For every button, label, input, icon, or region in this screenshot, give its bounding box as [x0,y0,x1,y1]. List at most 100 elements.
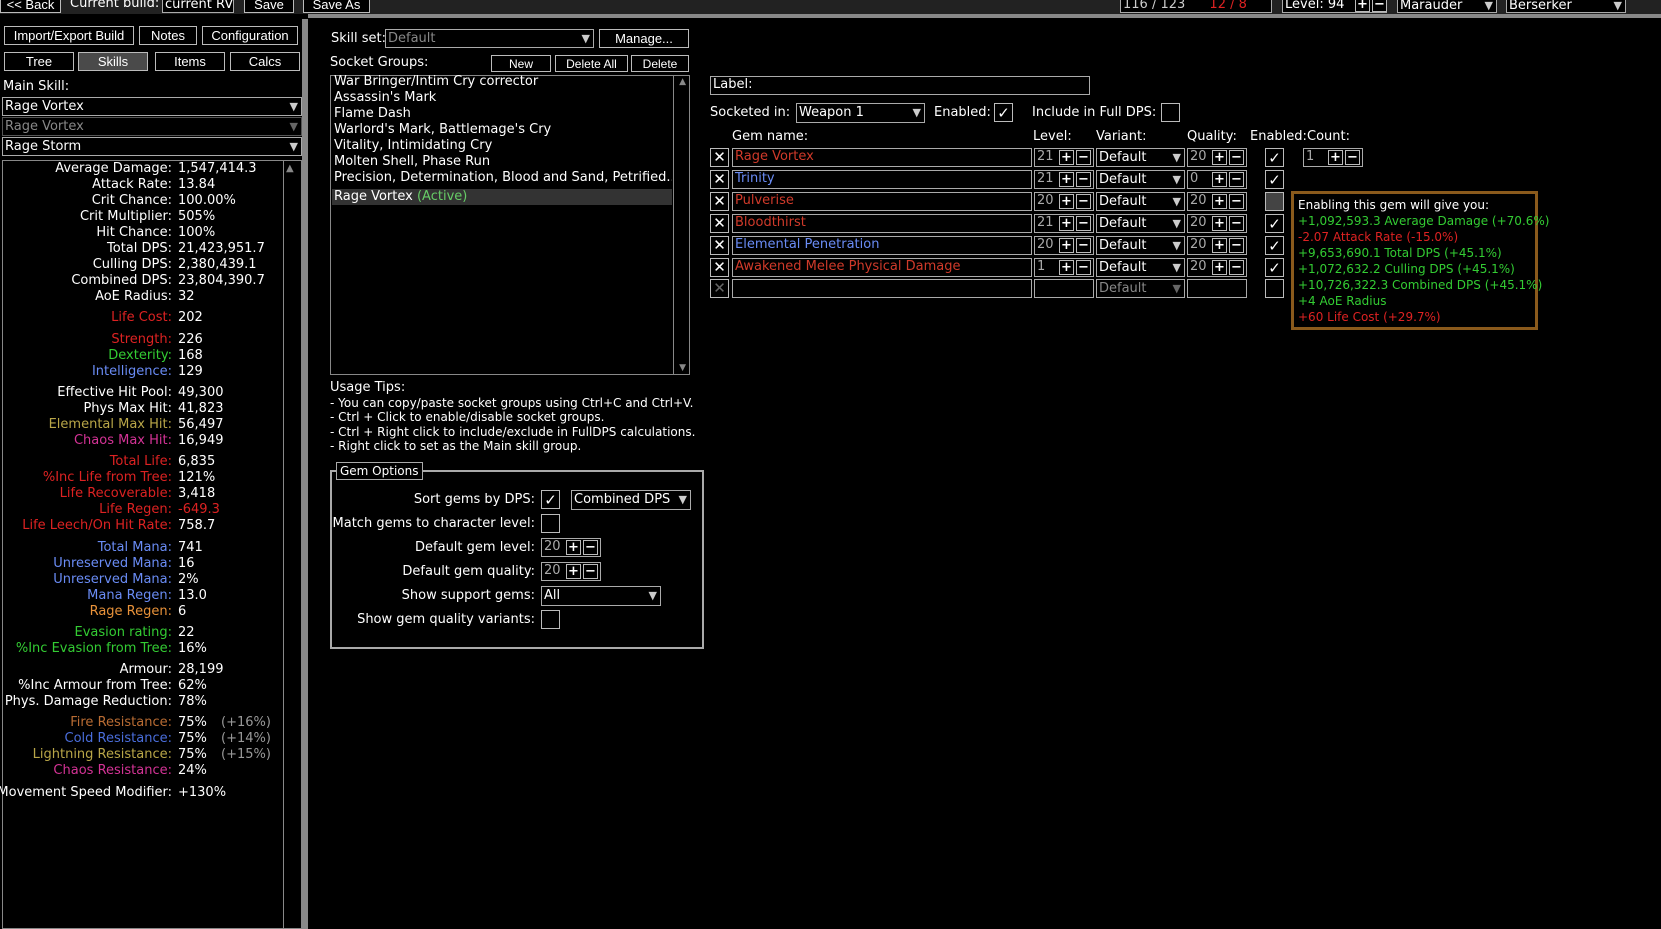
default-quality-minus[interactable]: − [583,564,598,579]
socket-group-scrollbar[interactable] [673,76,689,374]
socket-group-list[interactable]: ▲ ▼ War Bringer/Intim Cry corrector Assas… [330,74,690,375]
gem-name-input[interactable]: Rage Vortex [732,148,1032,167]
level-plus-button[interactable]: + [1355,0,1370,12]
remove-gem-button[interactable]: ✕ [710,279,729,298]
gem-quality-plus[interactable]: + [1212,216,1227,231]
gem-enabled-checkbox[interactable] [1265,192,1284,211]
gem-name-input[interactable]: Awakened Melee Physical Damage [732,258,1032,277]
gem-quality-plus[interactable]: + [1212,260,1227,275]
gem-quality-input[interactable] [1187,279,1247,298]
gem-level-plus[interactable]: + [1059,238,1074,253]
notes-button[interactable]: Notes [139,26,197,45]
main-skill-dropdown[interactable]: Rage Vortex ▼ [2,97,302,116]
list-item[interactable]: Molten Shell, Phase Run [334,154,672,170]
gem-name-input[interactable]: Bloodthirst [732,214,1032,233]
gem-variant-dropdown[interactable]: Default ▼ [1096,192,1185,211]
group-enabled-checkbox[interactable]: ✓ [994,103,1013,122]
gem-level-minus[interactable]: − [1076,260,1091,275]
gem-level-plus[interactable]: + [1059,150,1074,165]
gem-variant-dropdown[interactable]: Default ▼ [1096,236,1185,255]
default-level-minus[interactable]: − [583,540,598,555]
gem-enabled-checkbox[interactable]: ✓ [1265,214,1284,233]
gem-quality-plus[interactable]: + [1212,150,1227,165]
remove-gem-button[interactable]: ✕ [710,258,729,277]
socketed-in-dropdown[interactable]: Weapon 1 ▼ [796,103,925,123]
gem-enabled-checkbox[interactable] [1265,279,1284,298]
gem-name-input[interactable] [732,279,1032,298]
gem-quality-plus[interactable]: + [1212,172,1227,187]
list-item[interactable]: Precision, Determination, Blood and Sand… [334,170,672,186]
count-minus-button[interactable]: − [1345,150,1360,165]
save-button[interactable]: Save [244,0,294,13]
gem-quality-minus[interactable]: − [1229,150,1244,165]
gem-level-plus[interactable]: + [1059,172,1074,187]
default-level-plus[interactable]: + [566,540,581,555]
gem-name-input[interactable]: Pulverise [732,192,1032,211]
tab-tree[interactable]: Tree [4,52,74,71]
scroll-up-icon[interactable]: ▲ [679,77,686,87]
list-item[interactable]: Warlord's Mark, Battlemage's Cry [334,122,672,138]
list-item[interactable]: Flame Dash [334,106,672,122]
full-dps-checkbox[interactable] [1161,103,1180,122]
gem-name-input[interactable]: Elemental Penetration [732,236,1032,255]
gem-enabled-checkbox[interactable]: ✓ [1265,258,1284,277]
save-as-button[interactable]: Save As [303,0,370,13]
remove-gem-button[interactable]: ✕ [710,170,729,189]
list-item[interactable]: Vitality, Intimidating Cry [334,138,672,154]
class-dropdown[interactable]: Marauder ▼ [1397,0,1497,13]
new-group-button[interactable]: New [491,55,551,72]
gem-quality-minus[interactable]: − [1229,260,1244,275]
gem-name-input[interactable]: Trinity [732,170,1032,189]
gem-quality-plus[interactable]: + [1212,194,1227,209]
list-item[interactable]: Assassin's Mark [334,90,672,106]
sort-mode-dropdown[interactable]: Combined DPS ▼ [571,490,691,510]
tab-calcs[interactable]: Calcs [230,52,300,71]
default-quality-plus[interactable]: + [566,564,581,579]
gem-quality-minus[interactable]: − [1229,216,1244,231]
gem-level-plus[interactable]: + [1059,260,1074,275]
gem-enabled-checkbox[interactable]: ✓ [1265,170,1284,189]
gem-level-minus[interactable]: − [1076,150,1091,165]
delete-group-button[interactable]: Delete [631,55,689,72]
ascendancy-dropdown[interactable]: Berserker ▼ [1506,0,1626,13]
remove-gem-button[interactable]: ✕ [710,236,729,255]
list-item[interactable]: Rage Vortex (Active) [332,189,672,205]
sort-gems-checkbox[interactable]: ✓ [541,490,560,509]
gem-level-minus[interactable]: − [1076,216,1091,231]
skill-part-dropdown[interactable]: Rage Storm ▼ [2,137,302,156]
label-input[interactable]: Label: [710,76,1090,95]
gem-quality-plus[interactable]: + [1212,238,1227,253]
gem-enabled-checkbox[interactable]: ✓ [1265,148,1284,167]
gem-variant-dropdown[interactable]: Default ▼ [1096,170,1185,189]
gem-level-plus[interactable]: + [1059,194,1074,209]
manage-button[interactable]: Manage... [599,29,689,48]
gem-level-input[interactable] [1034,279,1094,298]
remove-gem-button[interactable]: ✕ [710,214,729,233]
tab-skills[interactable]: Skills [78,52,148,71]
import-export-button[interactable]: Import/Export Build [4,26,134,45]
gem-quality-minus[interactable]: − [1229,194,1244,209]
sub-skill-dropdown[interactable]: Rage Vortex ▼ [2,117,302,136]
gem-level-minus[interactable]: − [1076,238,1091,253]
back-button[interactable]: << Back [0,0,61,13]
list-item[interactable]: War Bringer/Intim Cry corrector [334,74,672,90]
build-name-field[interactable]: current RV [162,0,234,13]
support-gems-dropdown[interactable]: All ▼ [541,586,661,606]
scroll-down-icon[interactable]: ▼ [679,363,686,373]
quality-variants-checkbox[interactable] [541,610,560,629]
gem-variant-dropdown[interactable]: Default ▼ [1096,148,1185,167]
gem-quality-minus[interactable]: − [1229,172,1244,187]
remove-gem-button[interactable]: ✕ [710,148,729,167]
gem-variant-dropdown[interactable]: Default ▼ [1096,214,1185,233]
delete-all-button[interactable]: Delete All [555,55,628,72]
gem-variant-dropdown[interactable]: Default ▼ [1096,258,1185,277]
match-level-checkbox[interactable] [541,514,560,533]
gem-level-minus[interactable]: − [1076,172,1091,187]
count-plus-button[interactable]: + [1328,150,1343,165]
gem-variant-dropdown[interactable]: Default ▼ [1096,279,1185,298]
gem-level-plus[interactable]: + [1059,216,1074,231]
level-minus-button[interactable]: − [1372,0,1387,12]
skill-set-dropdown[interactable]: Default ▼ [385,29,594,48]
gem-enabled-checkbox[interactable]: ✓ [1265,236,1284,255]
gem-level-minus[interactable]: − [1076,194,1091,209]
